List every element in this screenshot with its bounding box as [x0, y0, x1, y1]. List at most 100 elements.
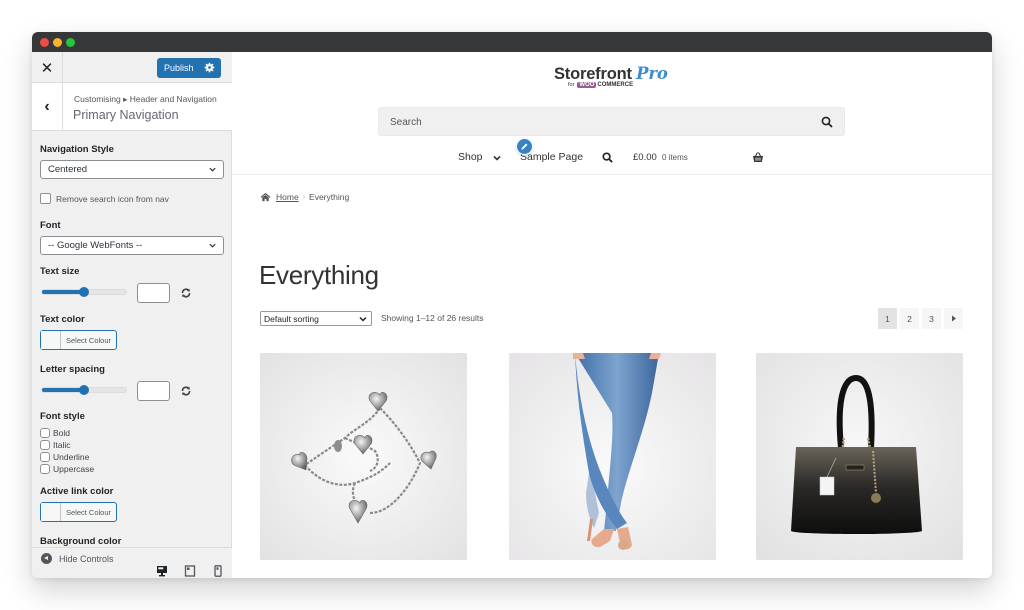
desktop-icon[interactable] — [156, 565, 168, 577]
active-link-color-picker-button[interactable]: Select Colour — [40, 502, 117, 522]
window-titlebar — [32, 32, 992, 52]
publish-label: Publish — [164, 63, 194, 73]
basket-icon[interactable] — [752, 151, 764, 163]
pencil-icon — [521, 143, 528, 150]
background-color-label: Background color — [40, 536, 122, 547]
navigation-style-value: Centered — [48, 164, 88, 175]
product-card[interactable] — [756, 353, 963, 560]
underline-checkbox[interactable] — [40, 452, 50, 462]
product-search-input[interactable]: Search — [378, 107, 845, 136]
uppercase-label: Uppercase — [53, 464, 95, 474]
section-heading: ‹ Customising ▸ Header and Navigation Pr… — [32, 83, 232, 131]
font-style-bold[interactable]: Bold — [40, 428, 70, 438]
search-placeholder: Search — [390, 117, 422, 128]
cart-item-count[interactable]: 0 items — [662, 153, 688, 162]
breadcrumb-separator: › — [302, 193, 306, 201]
header-divider — [232, 174, 992, 175]
italic-checkbox[interactable] — [40, 440, 50, 450]
window-maximize-button[interactable] — [66, 38, 75, 47]
page-3-button[interactable]: 3 — [922, 308, 941, 329]
window-close-button[interactable] — [40, 38, 49, 47]
font-style-uppercase[interactable]: Uppercase — [40, 464, 94, 474]
logo-wordmark: Storefront Pro — [554, 64, 668, 84]
page-title: Everything — [259, 260, 379, 290]
back-button[interactable]: ‹ — [32, 83, 63, 131]
logo-commerce: COMMERCE — [597, 82, 634, 88]
logo-storefront: Storefront — [554, 65, 632, 83]
slider-handle[interactable] — [79, 385, 89, 395]
sorting-select[interactable]: Default sorting — [260, 311, 372, 326]
navigation-style-label: Navigation Style — [40, 144, 114, 155]
logo-subtitle: for WOO COMMERCE — [568, 82, 633, 88]
breadcrumb: Home › Everything — [260, 192, 349, 202]
remove-search-option[interactable]: Remove search icon from nav — [40, 193, 169, 204]
gear-icon[interactable] — [204, 62, 215, 73]
reset-icon[interactable] — [180, 385, 192, 397]
search-icon[interactable] — [821, 116, 833, 128]
cart-total[interactable]: £0.00 — [633, 152, 657, 163]
slider-handle[interactable] — [79, 287, 89, 297]
close-icon: ✕ — [40, 59, 54, 77]
uppercase-checkbox[interactable] — [40, 464, 50, 474]
font-style-label: Font style — [40, 411, 85, 422]
sorting-value: Default sorting — [264, 313, 319, 324]
bold-checkbox[interactable] — [40, 428, 50, 438]
slider-fill — [42, 290, 84, 294]
primary-navigation: Shop Sample Page £0.00 0 items — [232, 148, 992, 168]
next-page-button[interactable] — [944, 308, 963, 329]
logo-pro: Pro — [636, 64, 668, 83]
text-size-label: Text size — [40, 266, 80, 277]
publish-button[interactable]: Publish — [157, 58, 221, 78]
logo-for: for — [568, 82, 575, 88]
reset-icon[interactable] — [180, 287, 192, 299]
remove-search-checkbox[interactable] — [40, 193, 51, 204]
customizer-footer: Hide Controls — [32, 547, 232, 578]
customizer-sidebar: ✕ Publish ‹ Customising ▸ Header and Nav… — [32, 52, 232, 578]
product-image-handbag[interactable] — [756, 353, 963, 560]
product-image-jeans[interactable] — [509, 353, 716, 560]
chevron-down-icon[interactable] — [493, 154, 501, 162]
window-minimize-button[interactable] — [53, 38, 62, 47]
search-icon[interactable] — [602, 152, 613, 163]
site-logo[interactable]: Storefront Pro for WOO COMMERCE — [552, 64, 682, 94]
page-2-button[interactable]: 2 — [900, 308, 919, 329]
letter-spacing-input[interactable] — [137, 381, 170, 401]
breadcrumb-home-link[interactable]: Home — [276, 192, 299, 202]
font-style-underline[interactable]: Underline — [40, 452, 89, 462]
active-link-color-label: Active link color — [40, 486, 114, 497]
slider-fill — [42, 388, 84, 392]
chevron-left-icon: ‹ — [44, 98, 50, 115]
result-count: Showing 1–12 of 26 results — [381, 313, 484, 323]
italic-label: Italic — [53, 440, 71, 450]
color-swatch — [41, 331, 61, 349]
home-icon — [260, 192, 271, 202]
remove-search-label: Remove search icon from nav — [56, 193, 169, 204]
hide-controls-button[interactable]: Hide Controls — [41, 553, 114, 564]
navigation-style-select[interactable]: Centered — [40, 160, 224, 179]
select-colour-label: Select Colour — [65, 335, 112, 345]
font-select[interactable]: -- Google WebFonts -- — [40, 236, 224, 255]
browser-window: ✕ Publish ‹ Customising ▸ Header and Nav… — [32, 32, 992, 578]
text-size-input[interactable] — [137, 283, 170, 303]
tablet-icon[interactable] — [184, 565, 196, 577]
chevron-down-icon — [209, 243, 216, 248]
nav-item-shop[interactable]: Shop — [458, 151, 483, 163]
select-colour-label: Select Colour — [65, 507, 112, 517]
font-style-italic[interactable]: Italic — [40, 440, 70, 450]
customizer-header: ✕ Publish — [32, 52, 232, 83]
edit-shortcut-button[interactable] — [516, 138, 533, 155]
bold-label: Bold — [53, 428, 71, 438]
text-color-picker-button[interactable]: Select Colour — [40, 330, 117, 350]
mobile-icon[interactable] — [212, 565, 224, 577]
product-card[interactable] — [260, 353, 467, 560]
font-value: -- Google WebFonts -- — [48, 240, 143, 251]
letter-spacing-slider[interactable] — [41, 385, 127, 395]
customizer-breadcrumb: Customising ▸ Header and Navigation — [74, 94, 217, 104]
product-image-bracelet[interactable] — [260, 353, 467, 560]
underline-label: Underline — [53, 452, 90, 462]
page-1-button[interactable]: 1 — [878, 308, 897, 329]
next-arrow-icon — [951, 315, 956, 322]
product-card[interactable] — [509, 353, 716, 560]
text-size-slider[interactable] — [41, 287, 127, 297]
close-customizer-button[interactable]: ✕ — [32, 52, 63, 83]
